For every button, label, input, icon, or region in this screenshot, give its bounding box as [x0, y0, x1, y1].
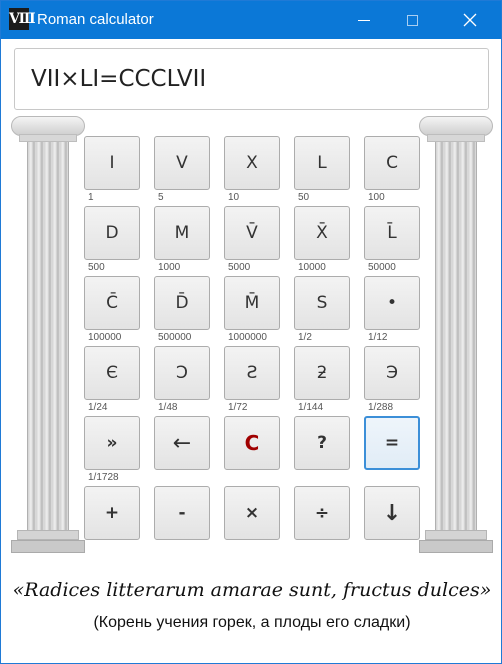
- right-column-decoration: [419, 116, 493, 553]
- clear-button[interactable]: C: [224, 416, 280, 470]
- key-value-label: 1/72: [228, 402, 248, 413]
- key-M[interactable]: M: [154, 206, 210, 260]
- latin-quote: «Radices litterarum amarae sunt, fructus…: [12, 579, 492, 601]
- key-L-bar[interactable]: L̄: [364, 206, 420, 260]
- key-value-label: 100: [368, 192, 385, 203]
- window-title: Roman calculator: [37, 11, 154, 28]
- title-bar: Ⅷ Roman calculator: [1, 1, 501, 39]
- key-C-bar[interactable]: C̄: [84, 276, 140, 330]
- minus-button[interactable]: -: [154, 486, 210, 540]
- key-value-label: 1/144: [298, 402, 324, 413]
- key-value-label: 1/12: [368, 332, 388, 343]
- key-value-label: 500000: [158, 332, 192, 343]
- key-I[interactable]: I: [84, 136, 140, 190]
- backspace-button[interactable]: ←: [154, 416, 210, 470]
- key-siliqua[interactable]: »: [84, 416, 140, 470]
- key-value-label: 5: [158, 192, 164, 203]
- result-display[interactable]: VII×LI=CCCLVII: [14, 48, 489, 110]
- key-duella[interactable]: Ƨ: [224, 346, 280, 400]
- key-X-bar[interactable]: X̄: [294, 206, 350, 260]
- key-D[interactable]: D: [84, 206, 140, 260]
- key-value-label: 1000000: [228, 332, 267, 343]
- key-dimidia-sextula[interactable]: ƻ: [294, 346, 350, 400]
- divide-button[interactable]: ÷: [294, 486, 350, 540]
- key-value-label: 50000: [368, 262, 396, 273]
- left-column-decoration: [11, 116, 85, 553]
- key-L[interactable]: L: [294, 136, 350, 190]
- plus-button[interactable]: +: [84, 486, 140, 540]
- key-value-label: 1/48: [158, 402, 178, 413]
- key-value-label: 500: [88, 262, 105, 273]
- key-S[interactable]: S: [294, 276, 350, 330]
- key-uncia[interactable]: •: [364, 276, 420, 330]
- help-button[interactable]: ?: [294, 416, 350, 470]
- calculator-window: Ⅷ Roman calculator VII×LI=CCCLVII I 1 V 5 X 1…: [0, 0, 502, 664]
- key-M-bar[interactable]: M̄: [224, 276, 280, 330]
- key-value-label: 5000: [228, 262, 251, 273]
- app-icon: Ⅷ: [9, 8, 36, 30]
- key-D-bar[interactable]: D̄: [154, 276, 210, 330]
- key-value-label: 1000: [158, 262, 181, 273]
- close-icon: [463, 13, 477, 27]
- key-value-label: 100000: [88, 332, 122, 343]
- key-value-label: 10000: [298, 262, 326, 273]
- key-value-label: 50: [298, 192, 310, 203]
- maximize-button[interactable]: [389, 1, 435, 39]
- key-value-label: 1/288: [368, 402, 394, 413]
- key-V-bar[interactable]: V̄: [224, 206, 280, 260]
- key-value-label: 1/24: [88, 402, 108, 413]
- key-semuncia[interactable]: Є: [84, 346, 140, 400]
- key-scripulum[interactable]: Э: [364, 346, 420, 400]
- down-arrow-button[interactable]: ↓: [364, 486, 420, 540]
- key-V[interactable]: V: [154, 136, 210, 190]
- key-value-label: 1/2: [298, 332, 312, 343]
- multiply-button[interactable]: ×: [224, 486, 280, 540]
- key-value-label: 1/1728: [88, 472, 119, 483]
- key-sicilicus[interactable]: Ɔ: [154, 346, 210, 400]
- key-X[interactable]: X: [224, 136, 280, 190]
- key-value-label: 10: [228, 192, 240, 203]
- minimize-button[interactable]: [341, 1, 387, 39]
- key-C[interactable]: C: [364, 136, 420, 190]
- equals-button[interactable]: =: [364, 416, 420, 470]
- maximize-icon: [406, 14, 418, 26]
- close-button[interactable]: [447, 1, 493, 39]
- quote-translation: (Корень учения горек, а плоды его сладки…: [93, 614, 411, 631]
- minimize-icon: [358, 19, 370, 21]
- key-value-label: 1: [88, 192, 94, 203]
